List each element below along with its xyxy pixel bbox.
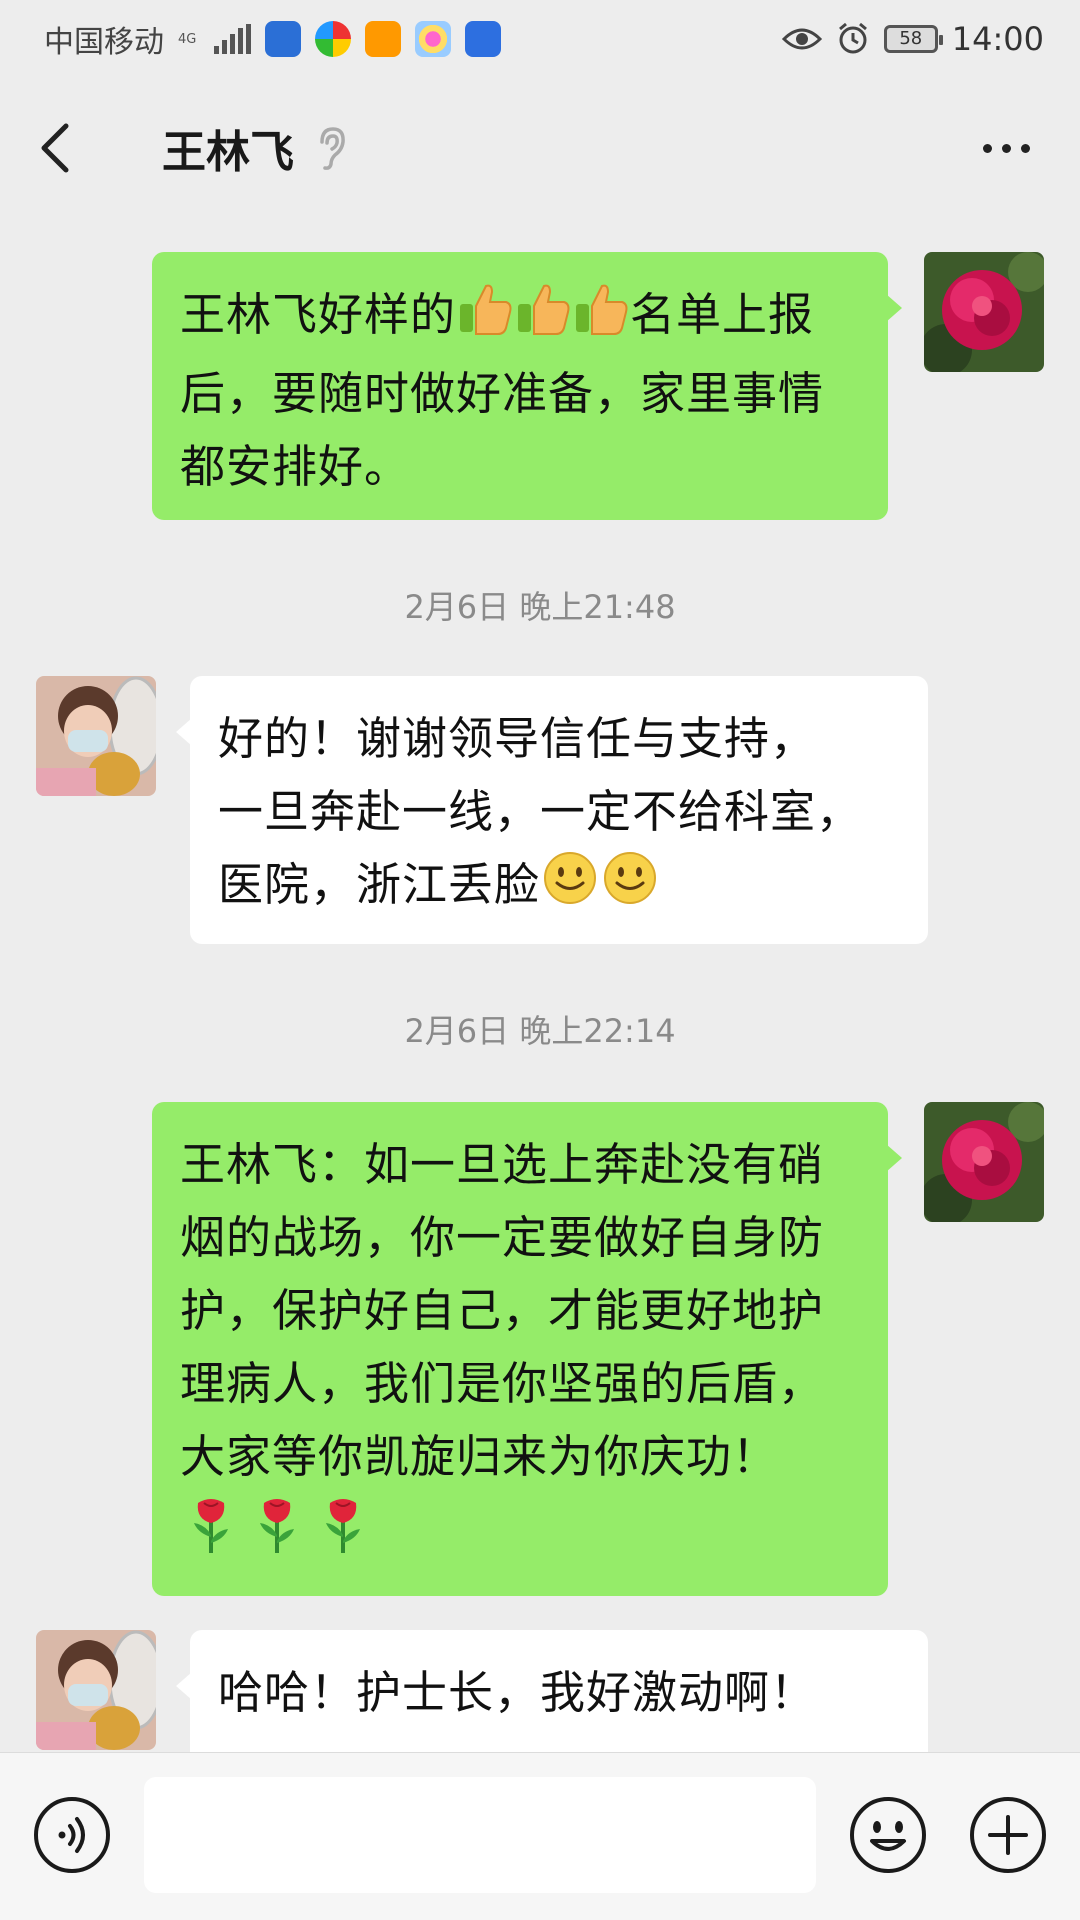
avatar-self[interactable]	[924, 252, 1044, 372]
video-app-icon	[365, 21, 402, 57]
message-bubble-sent[interactable]: 王林飞：如一旦选上奔赴没有硝 烟的战场，你一定要做好自身防 护，保护好自己，才能…	[152, 1102, 902, 1596]
eye-icon	[781, 28, 822, 50]
app-notification-icon	[315, 21, 352, 57]
avatar-contact[interactable]	[36, 676, 156, 796]
thumbs-up-emoji-icon	[514, 280, 572, 357]
more-button[interactable]	[973, 134, 1040, 163]
alarm-icon	[838, 22, 867, 54]
input-bar	[0, 1752, 1080, 1920]
emoji-icon	[850, 1797, 926, 1873]
more-dots-icon	[983, 143, 992, 153]
photos-app-icon	[415, 21, 452, 57]
rose-emoji-icon	[312, 1493, 374, 1576]
emoji-button[interactable]	[848, 1795, 928, 1875]
message-timestamp: 2月6日 晚上21:48	[404, 588, 676, 626]
chevron-left-icon	[41, 123, 69, 173]
message-bubble-sent[interactable]: 王林飞好样的 名单上报 后，要随时做好准备，家里事情 都安排好。	[152, 252, 902, 520]
message-bubble-received[interactable]: 哈哈！护士长，我好激动啊！	[176, 1630, 928, 1752]
avatar-contact[interactable]	[36, 1630, 156, 1750]
avatar-self[interactable]	[924, 1102, 1044, 1222]
battery-icon: 58	[883, 25, 943, 53]
voice-icon	[34, 1797, 110, 1873]
ear-icon	[316, 126, 346, 170]
plus-icon	[970, 1797, 1046, 1873]
message-bubble-received[interactable]: 好的！谢谢领导信任与支持， 一旦奔赴一线，一定不给科室， 医院，浙江丢脸	[176, 676, 928, 944]
rose-emoji-icon	[180, 1493, 242, 1576]
thumbs-up-emoji-icon	[572, 280, 630, 357]
smile-emoji-icon	[600, 850, 660, 927]
chat-header: 王林飞	[0, 78, 1080, 218]
message-list[interactable]: 王林飞好样的 名单上报 后，要随时做好准备，家里事情 都安排好。 2月6日 晚上2…	[0, 218, 1080, 1752]
contact-name[interactable]: 王林飞	[162, 116, 294, 180]
clock: 14:00	[951, 20, 1044, 58]
back-button[interactable]	[40, 108, 100, 188]
signal-icon	[214, 24, 252, 54]
baidu-app-icon	[465, 21, 502, 57]
thumbs-up-emoji-icon	[456, 280, 514, 357]
voice-button[interactable]	[32, 1795, 112, 1875]
app-notification-icon	[265, 21, 302, 57]
rose-emoji-icon	[246, 1493, 308, 1576]
message-timestamp: 2月6日 晚上22:14	[404, 1012, 676, 1050]
status-bar: 中国移动 4G 58 14:00	[0, 0, 1080, 78]
more-actions-button[interactable]	[968, 1795, 1048, 1875]
smile-emoji-icon	[540, 850, 600, 927]
message-input[interactable]	[144, 1777, 816, 1893]
network-type: 4G	[178, 31, 197, 47]
carrier-label: 中国移动	[44, 25, 164, 60]
